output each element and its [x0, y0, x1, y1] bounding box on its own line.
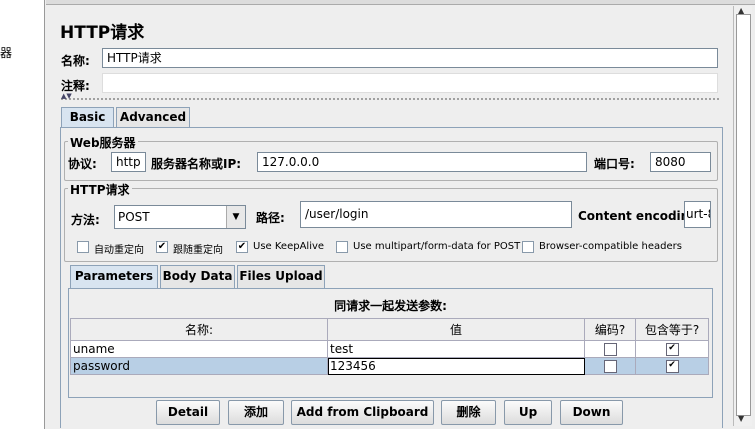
protocol-label: 协议: [68, 157, 97, 171]
server-label: 服务器名称或IP: [151, 157, 242, 171]
include-equals-cell[interactable]: ✔ [635, 357, 709, 375]
table-header-row: 名称: 值 编码? 包含等于? [70, 318, 709, 341]
parameters-table[interactable]: 名称: 值 编码? 包含等于? uname test ✔ password 12… [70, 318, 709, 375]
table-row[interactable]: password 123456 ✔ [70, 357, 709, 375]
add-button[interactable]: 添加 [228, 400, 284, 425]
splitter-divider[interactable] [60, 97, 720, 101]
keepalive-checkbox[interactable]: ✔ [236, 241, 248, 253]
tab-parameters[interactable]: Parameters [70, 265, 158, 288]
params-caption: 同请求一起发送参数: [334, 299, 447, 313]
down-button[interactable]: Down [560, 400, 623, 425]
keepalive-label: Use KeepAlive [253, 241, 325, 252]
auto-redirect-label: 自动重定向 [94, 245, 144, 256]
include-equals-cell[interactable]: ✔ [635, 340, 709, 358]
check-icon: ✔ [668, 343, 676, 353]
column-header-name[interactable]: 名称: [70, 318, 328, 341]
browser-headers-label: Browser-compatible headers [539, 241, 682, 252]
tab-basic[interactable]: Basic [61, 107, 114, 128]
encode-cell[interactable] [584, 357, 636, 375]
table-row[interactable]: uname test ✔ [70, 340, 709, 358]
path-field[interactable]: /user/login [300, 201, 572, 228]
name-label: 名称: [61, 54, 90, 68]
browser-headers-checkbox[interactable] [522, 241, 534, 253]
param-name-cell[interactable]: password [70, 357, 328, 375]
chevron-down-icon[interactable]: ▼ [226, 206, 245, 228]
comment-field[interactable] [102, 73, 718, 93]
include-equals-checkbox[interactable]: ✔ [665, 343, 679, 356]
param-value-cell[interactable]: test [327, 340, 585, 358]
param-name-cell[interactable]: uname [70, 340, 328, 358]
tab-files-upload[interactable]: Files Upload [237, 265, 325, 288]
detail-button[interactable]: Detail [156, 400, 220, 425]
encode-cell[interactable] [584, 340, 636, 358]
http-request-group-label: HTTP请求 [68, 181, 132, 198]
check-icon: ✔ [668, 360, 676, 370]
tree-label-fragment[interactable]: 器 [0, 44, 12, 61]
tab-body-data[interactable]: Body Data [160, 265, 235, 288]
web-server-group-label: Web服务器 [68, 134, 138, 151]
top-strip [46, 0, 755, 5]
follow-redirect-label: 跟随重定向 [173, 245, 223, 256]
include-equals-checkbox[interactable]: ✔ [665, 360, 679, 373]
check-icon: ✔ [237, 241, 247, 252]
check-icon: ✔ [157, 241, 167, 252]
multipart-checkbox[interactable] [336, 241, 348, 253]
port-label: 端口号: [594, 157, 635, 171]
protocol-field[interactable]: http [111, 152, 146, 172]
follow-redirect-checkbox[interactable]: ✔ [156, 241, 168, 253]
multipart-label: Use multipart/form-data for POST [353, 241, 521, 252]
vertical-scrollbar[interactable]: ▲ ▼ [733, 6, 752, 426]
tab-advanced[interactable]: Advanced [116, 107, 190, 128]
scroll-down-icon[interactable]: ▼ [738, 414, 744, 423]
method-label: 方法: [71, 213, 100, 227]
param-value-cell-editing[interactable]: 123456 [327, 357, 585, 375]
server-field[interactable]: 127.0.0.0 [257, 152, 587, 172]
add-from-clipboard-button[interactable]: Add from Clipboard [291, 400, 434, 425]
up-button[interactable]: Up [504, 400, 552, 425]
panel-title: HTTP请求 [60, 23, 145, 43]
delete-button[interactable]: 删除 [441, 400, 496, 425]
encode-checkbox[interactable] [603, 360, 617, 373]
column-header-include-equals[interactable]: 包含等于? [635, 318, 709, 341]
test-plan-tree[interactable]: 器 [0, 0, 45, 429]
auto-redirect-checkbox[interactable] [77, 241, 89, 253]
content-encoding-field[interactable]: urt-8 [684, 201, 711, 228]
encode-checkbox[interactable] [603, 343, 617, 356]
path-label: 路径: [256, 211, 285, 225]
column-header-encode[interactable]: 编码? [584, 318, 636, 341]
method-select[interactable]: POST ▼ [114, 205, 246, 229]
scrollbar-thumb[interactable] [736, 14, 751, 416]
method-value: POST [118, 210, 150, 224]
port-field[interactable]: 8080 [650, 152, 711, 172]
column-header-value[interactable]: 值 [327, 318, 585, 341]
name-field[interactable]: HTTP请求 [102, 48, 718, 68]
collapse-arrows-icon[interactable]: ▲▼ [61, 92, 72, 100]
